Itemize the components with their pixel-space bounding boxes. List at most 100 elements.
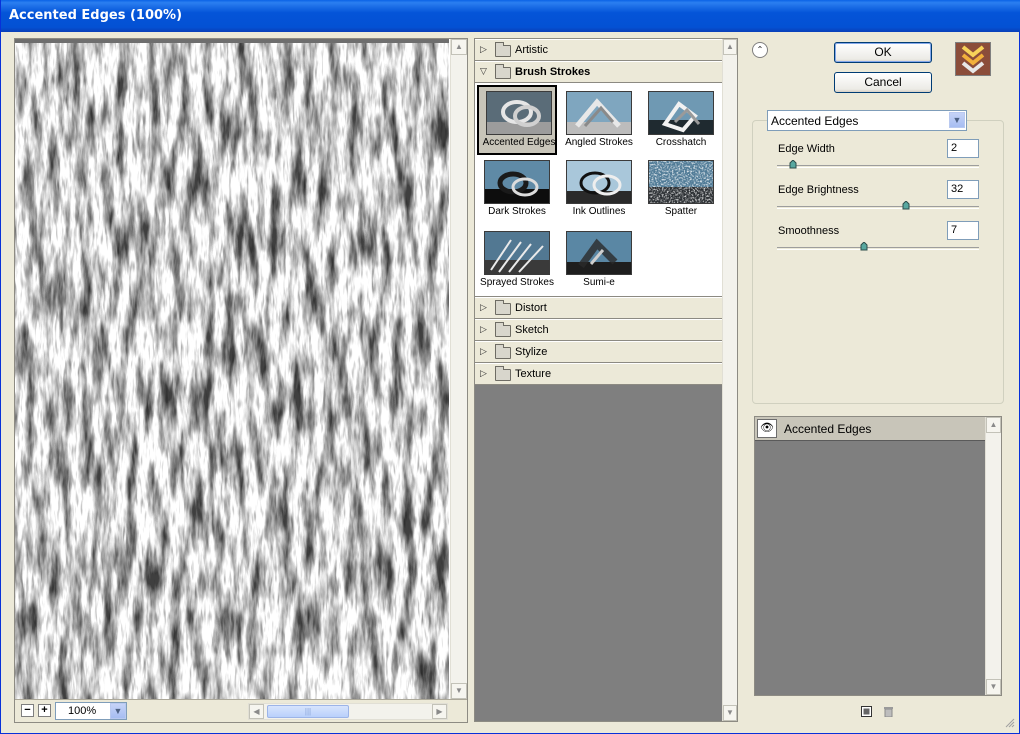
category-label: Sketch xyxy=(515,324,549,336)
smoothness-input[interactable]: 7 xyxy=(947,221,979,240)
effect-layer-row[interactable]: 👁 Accented Edges xyxy=(755,417,985,441)
thumb-sprayed-strokes[interactable]: Sprayed Strokes xyxy=(477,227,557,297)
preview-panel: ▲ ▼ − + 100% ▼ ◀ ||| ▶ xyxy=(14,38,468,723)
category-brush-strokes[interactable]: ▽ Brush Strokes xyxy=(475,61,723,83)
dialog-client: ▲ ▼ − + 100% ▼ ◀ ||| ▶ ▷ Artistic ▽ Brus… xyxy=(5,32,1017,730)
category-label: Distort xyxy=(515,302,547,314)
scroll-up-icon[interactable]: ▲ xyxy=(723,39,737,55)
eye-icon[interactable]: 👁 xyxy=(757,419,777,438)
thumb-crosshatch[interactable]: Crosshatch xyxy=(641,87,721,157)
scroll-right-icon[interactable]: ▶ xyxy=(432,704,447,719)
thumb-caption: Angled Strokes xyxy=(565,137,633,148)
thumb-caption: Dark Strokes xyxy=(488,206,546,217)
edge-width-input[interactable]: 2 xyxy=(947,139,979,158)
filter-gallery-window: Accented Edges (100%) ▲ ▼ − + 100% ▼ ◀ |… xyxy=(0,0,1020,734)
preview-image[interactable] xyxy=(15,39,449,699)
thumb-spatter[interactable]: Spatter xyxy=(641,156,721,226)
filter-dropdown[interactable]: Accented Edges ▼ xyxy=(767,110,967,131)
folder-icon xyxy=(495,322,511,337)
layers-scrollbar[interactable]: ▲ ▼ xyxy=(985,417,1001,695)
effect-layer-name: Accented Edges xyxy=(784,422,872,436)
scroll-up-icon[interactable]: ▲ xyxy=(986,417,1001,433)
scroll-down-icon[interactable]: ▼ xyxy=(451,683,467,699)
preview-vertical-scrollbar[interactable]: ▲ ▼ xyxy=(450,39,467,699)
edge-width-label: Edge Width xyxy=(778,143,835,155)
expand-triangle-icon[interactable]: ▷ xyxy=(480,346,487,357)
filter-dropdown-value: Accented Edges xyxy=(771,114,859,128)
edge-width-slider[interactable] xyxy=(777,165,979,168)
scroll-thumb[interactable]: ||| xyxy=(267,705,349,718)
accented-edges-thumbnail xyxy=(486,91,552,135)
effect-layers-panel: 👁 Accented Edges ▲ ▼ xyxy=(754,416,1002,696)
angled-strokes-thumbnail xyxy=(566,91,632,135)
scroll-up-icon[interactable]: ▲ xyxy=(451,39,467,55)
collapse-gallery-button[interactable]: ⌃ xyxy=(752,42,768,58)
folder-icon xyxy=(495,344,511,359)
category-artistic[interactable]: ▷ Artistic xyxy=(475,39,723,61)
thumb-caption: Crosshatch xyxy=(655,137,707,148)
chevron-down-icon[interactable]: ▼ xyxy=(110,703,126,719)
zoom-value: 100% xyxy=(68,705,97,717)
thumb-sumi-e[interactable]: Sumi-e xyxy=(559,227,639,297)
scroll-left-icon[interactable]: ◀ xyxy=(249,704,264,719)
thumb-caption: Sprayed Strokes xyxy=(480,277,554,288)
category-stylize[interactable]: ▷ Stylize xyxy=(475,341,723,363)
new-effect-layer-icon[interactable] xyxy=(861,706,872,717)
category-label: Texture xyxy=(515,368,552,380)
resize-grip-icon[interactable] xyxy=(1005,718,1015,728)
scroll-down-icon[interactable]: ▼ xyxy=(986,679,1001,695)
thumb-accented-edges[interactable]: Accented Edges xyxy=(477,85,557,155)
zoom-in-button[interactable]: + xyxy=(38,704,51,717)
filter-gallery-icon xyxy=(955,42,991,76)
edge-brightness-label: Edge Brightness xyxy=(778,184,859,196)
thumb-caption: Sumi-e xyxy=(583,277,615,288)
expand-triangle-icon[interactable]: ▷ xyxy=(480,302,487,313)
brush-strokes-thumbnails: Accented Edges Angled Strokes Crosshatch… xyxy=(475,83,723,297)
smoothness-slider-thumb[interactable] xyxy=(860,242,868,251)
expand-triangle-icon[interactable]: ▷ xyxy=(480,44,487,55)
crosshatch-thumbnail xyxy=(648,91,714,135)
preview-toolbar: − + 100% ▼ ◀ ||| ▶ xyxy=(15,699,467,722)
trash-icon[interactable] xyxy=(883,706,894,717)
chevron-down-icon[interactable]: ▼ xyxy=(949,112,965,128)
dark-strokes-thumbnail xyxy=(484,160,550,204)
ink-outlines-thumbnail xyxy=(566,160,632,204)
thumb-caption: Accented Edges xyxy=(482,137,556,148)
zoom-out-button[interactable]: − xyxy=(21,704,34,717)
edge-brightness-slider-thumb[interactable] xyxy=(902,201,910,210)
gallery-scrollbar[interactable]: ▲ ▼ xyxy=(722,39,737,721)
folder-icon xyxy=(495,42,511,57)
folder-icon xyxy=(495,300,511,315)
preview-horizontal-scrollbar[interactable]: ◀ ||| ▶ xyxy=(248,703,448,720)
edge-brightness-input[interactable]: 32 xyxy=(947,180,979,199)
category-label: Stylize xyxy=(515,346,548,358)
edge-width-slider-thumb[interactable] xyxy=(789,160,797,169)
cancel-button[interactable]: Cancel xyxy=(834,72,932,93)
thumb-caption: Ink Outlines xyxy=(572,206,626,217)
smoothness-slider[interactable] xyxy=(777,247,979,250)
category-label: Brush Strokes xyxy=(515,66,591,78)
thumb-caption: Spatter xyxy=(664,206,698,217)
category-sketch[interactable]: ▷ Sketch xyxy=(475,319,723,341)
ok-button[interactable]: OK xyxy=(834,42,932,63)
spatter-thumbnail xyxy=(648,160,714,204)
window-title: Accented Edges (100%) xyxy=(1,0,1020,32)
filter-gallery: ▷ Artistic ▽ Brush Strokes Accented Edge… xyxy=(474,38,738,722)
expand-triangle-icon[interactable]: ▷ xyxy=(480,324,487,335)
collapse-triangle-icon[interactable]: ▽ xyxy=(480,66,487,77)
edge-brightness-slider[interactable] xyxy=(777,206,979,209)
thumb-ink-outlines[interactable]: Ink Outlines xyxy=(559,156,639,226)
sprayed-strokes-thumbnail xyxy=(484,231,550,275)
folder-icon xyxy=(495,366,511,381)
scroll-down-icon[interactable]: ▼ xyxy=(723,705,737,721)
expand-triangle-icon[interactable]: ▷ xyxy=(480,368,487,379)
zoom-dropdown[interactable]: 100% ▼ xyxy=(55,702,127,720)
open-folder-icon xyxy=(495,64,511,79)
category-label: Artistic xyxy=(515,44,548,56)
category-distort[interactable]: ▷ Distort xyxy=(475,297,723,319)
smoothness-label: Smoothness xyxy=(778,225,840,237)
sumi-e-thumbnail xyxy=(566,231,632,275)
category-texture[interactable]: ▷ Texture xyxy=(475,363,723,385)
thumb-angled-strokes[interactable]: Angled Strokes xyxy=(559,87,639,157)
thumb-dark-strokes[interactable]: Dark Strokes xyxy=(477,156,557,226)
